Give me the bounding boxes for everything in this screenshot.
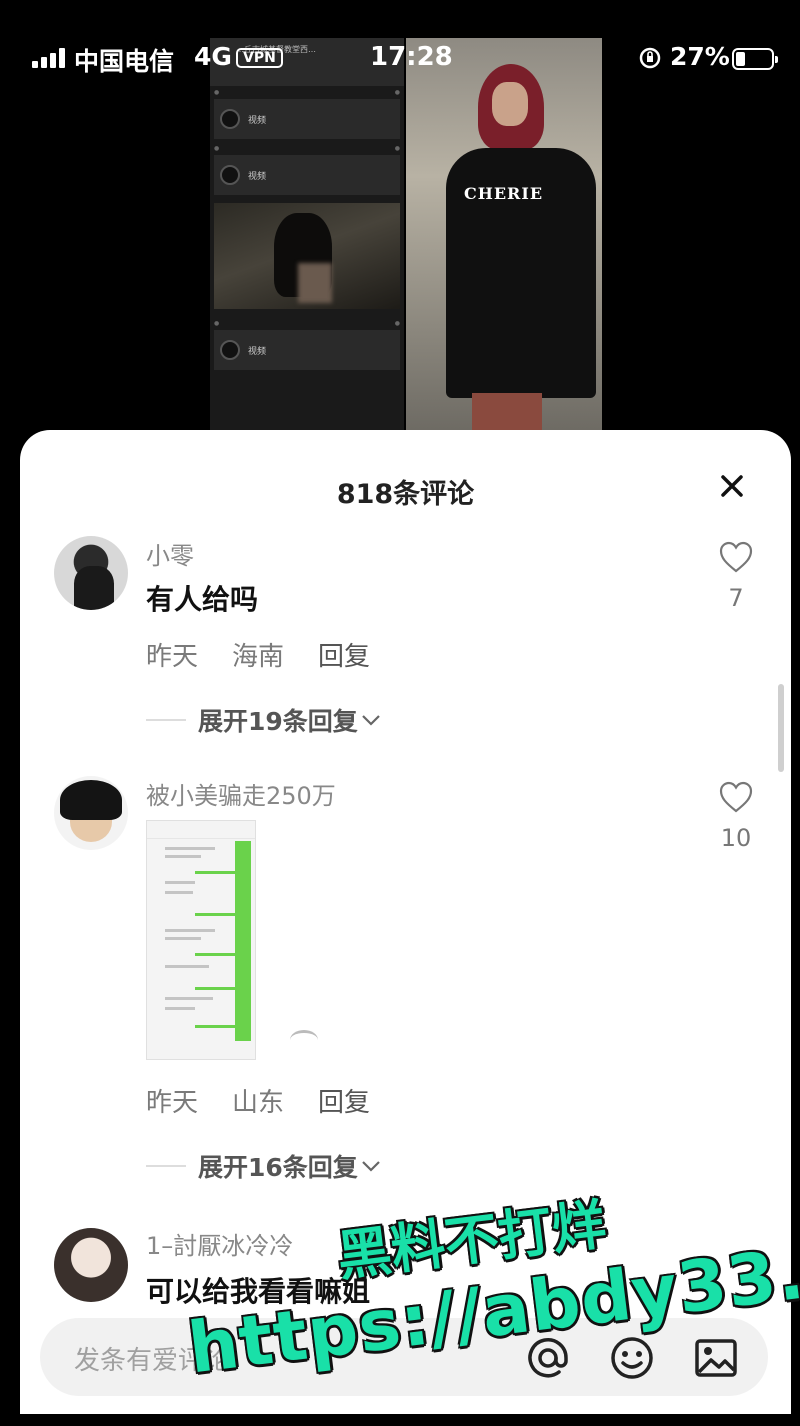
rotation-lock-icon [639,47,661,69]
like-count: 10 [720,824,752,852]
like-button[interactable]: 7 [714,540,758,612]
avatar[interactable] [54,1228,128,1302]
shirt-text: CHERIE [464,184,544,203]
comment-meta: 昨天 海南 回复 [146,636,404,673]
play-icon [220,340,240,360]
expand-replies-button[interactable]: 展开19条回复 [146,702,384,738]
comment-date: 昨天 [146,642,199,672]
status-bar: 中国电信 4G VPN 17:28 27% [0,0,800,118]
comment-image-chat-screenshot[interactable] [146,820,256,1060]
blurred-photo [214,203,400,309]
comment-count-title: 818条评论 [336,479,475,510]
image-icon[interactable] [692,1334,740,1382]
like-button[interactable]: 10 [714,780,758,852]
carrier-label: 中国电信 [74,47,175,76]
avatar[interactable] [54,776,128,850]
avatar[interactable] [54,536,128,610]
vpn-badge: VPN [236,48,283,68]
reply-button[interactable]: 回复 [318,642,370,672]
heart-icon [719,541,753,573]
status-time: 17:28 [370,42,453,72]
expand-replies-label: 展开16条回复 [198,1153,358,1182]
comment-username[interactable]: 被小美骗走250万 [146,776,336,811]
play-icon [220,165,240,185]
comment-meta: 昨天 山东 回复 [146,1082,404,1119]
expand-replies-label: 展开19条回复 [198,707,358,736]
comment-text: 有人给吗 [146,583,259,616]
comment-username[interactable]: 小零 [146,536,194,571]
emoji-icon[interactable] [608,1334,656,1382]
signal-icon [32,48,65,68]
comment-username[interactable]: 1–討厭冰冷冷 [146,1226,293,1261]
battery-percent: 27% [670,42,730,71]
video-message: 视频 [214,155,400,195]
reply-button[interactable]: 回复 [318,1088,370,1118]
heart-icon [719,781,753,813]
expand-replies-button[interactable]: 展开16条回复 [146,1148,384,1184]
comment-date: 昨天 [146,1088,199,1118]
video-message: 视频 [214,330,400,370]
battery-icon [732,48,778,70]
comment-location: 山东 [232,1088,285,1118]
network-type: 4G [194,42,232,71]
sticker-image [290,1030,318,1050]
chevron-down-icon [362,715,380,726]
scrollbar[interactable] [778,684,784,772]
battery-level [736,52,745,66]
close-icon[interactable] [716,470,748,502]
comment-location: 海南 [232,642,285,672]
like-count: 7 [728,584,744,612]
chevron-down-icon [362,1161,380,1172]
